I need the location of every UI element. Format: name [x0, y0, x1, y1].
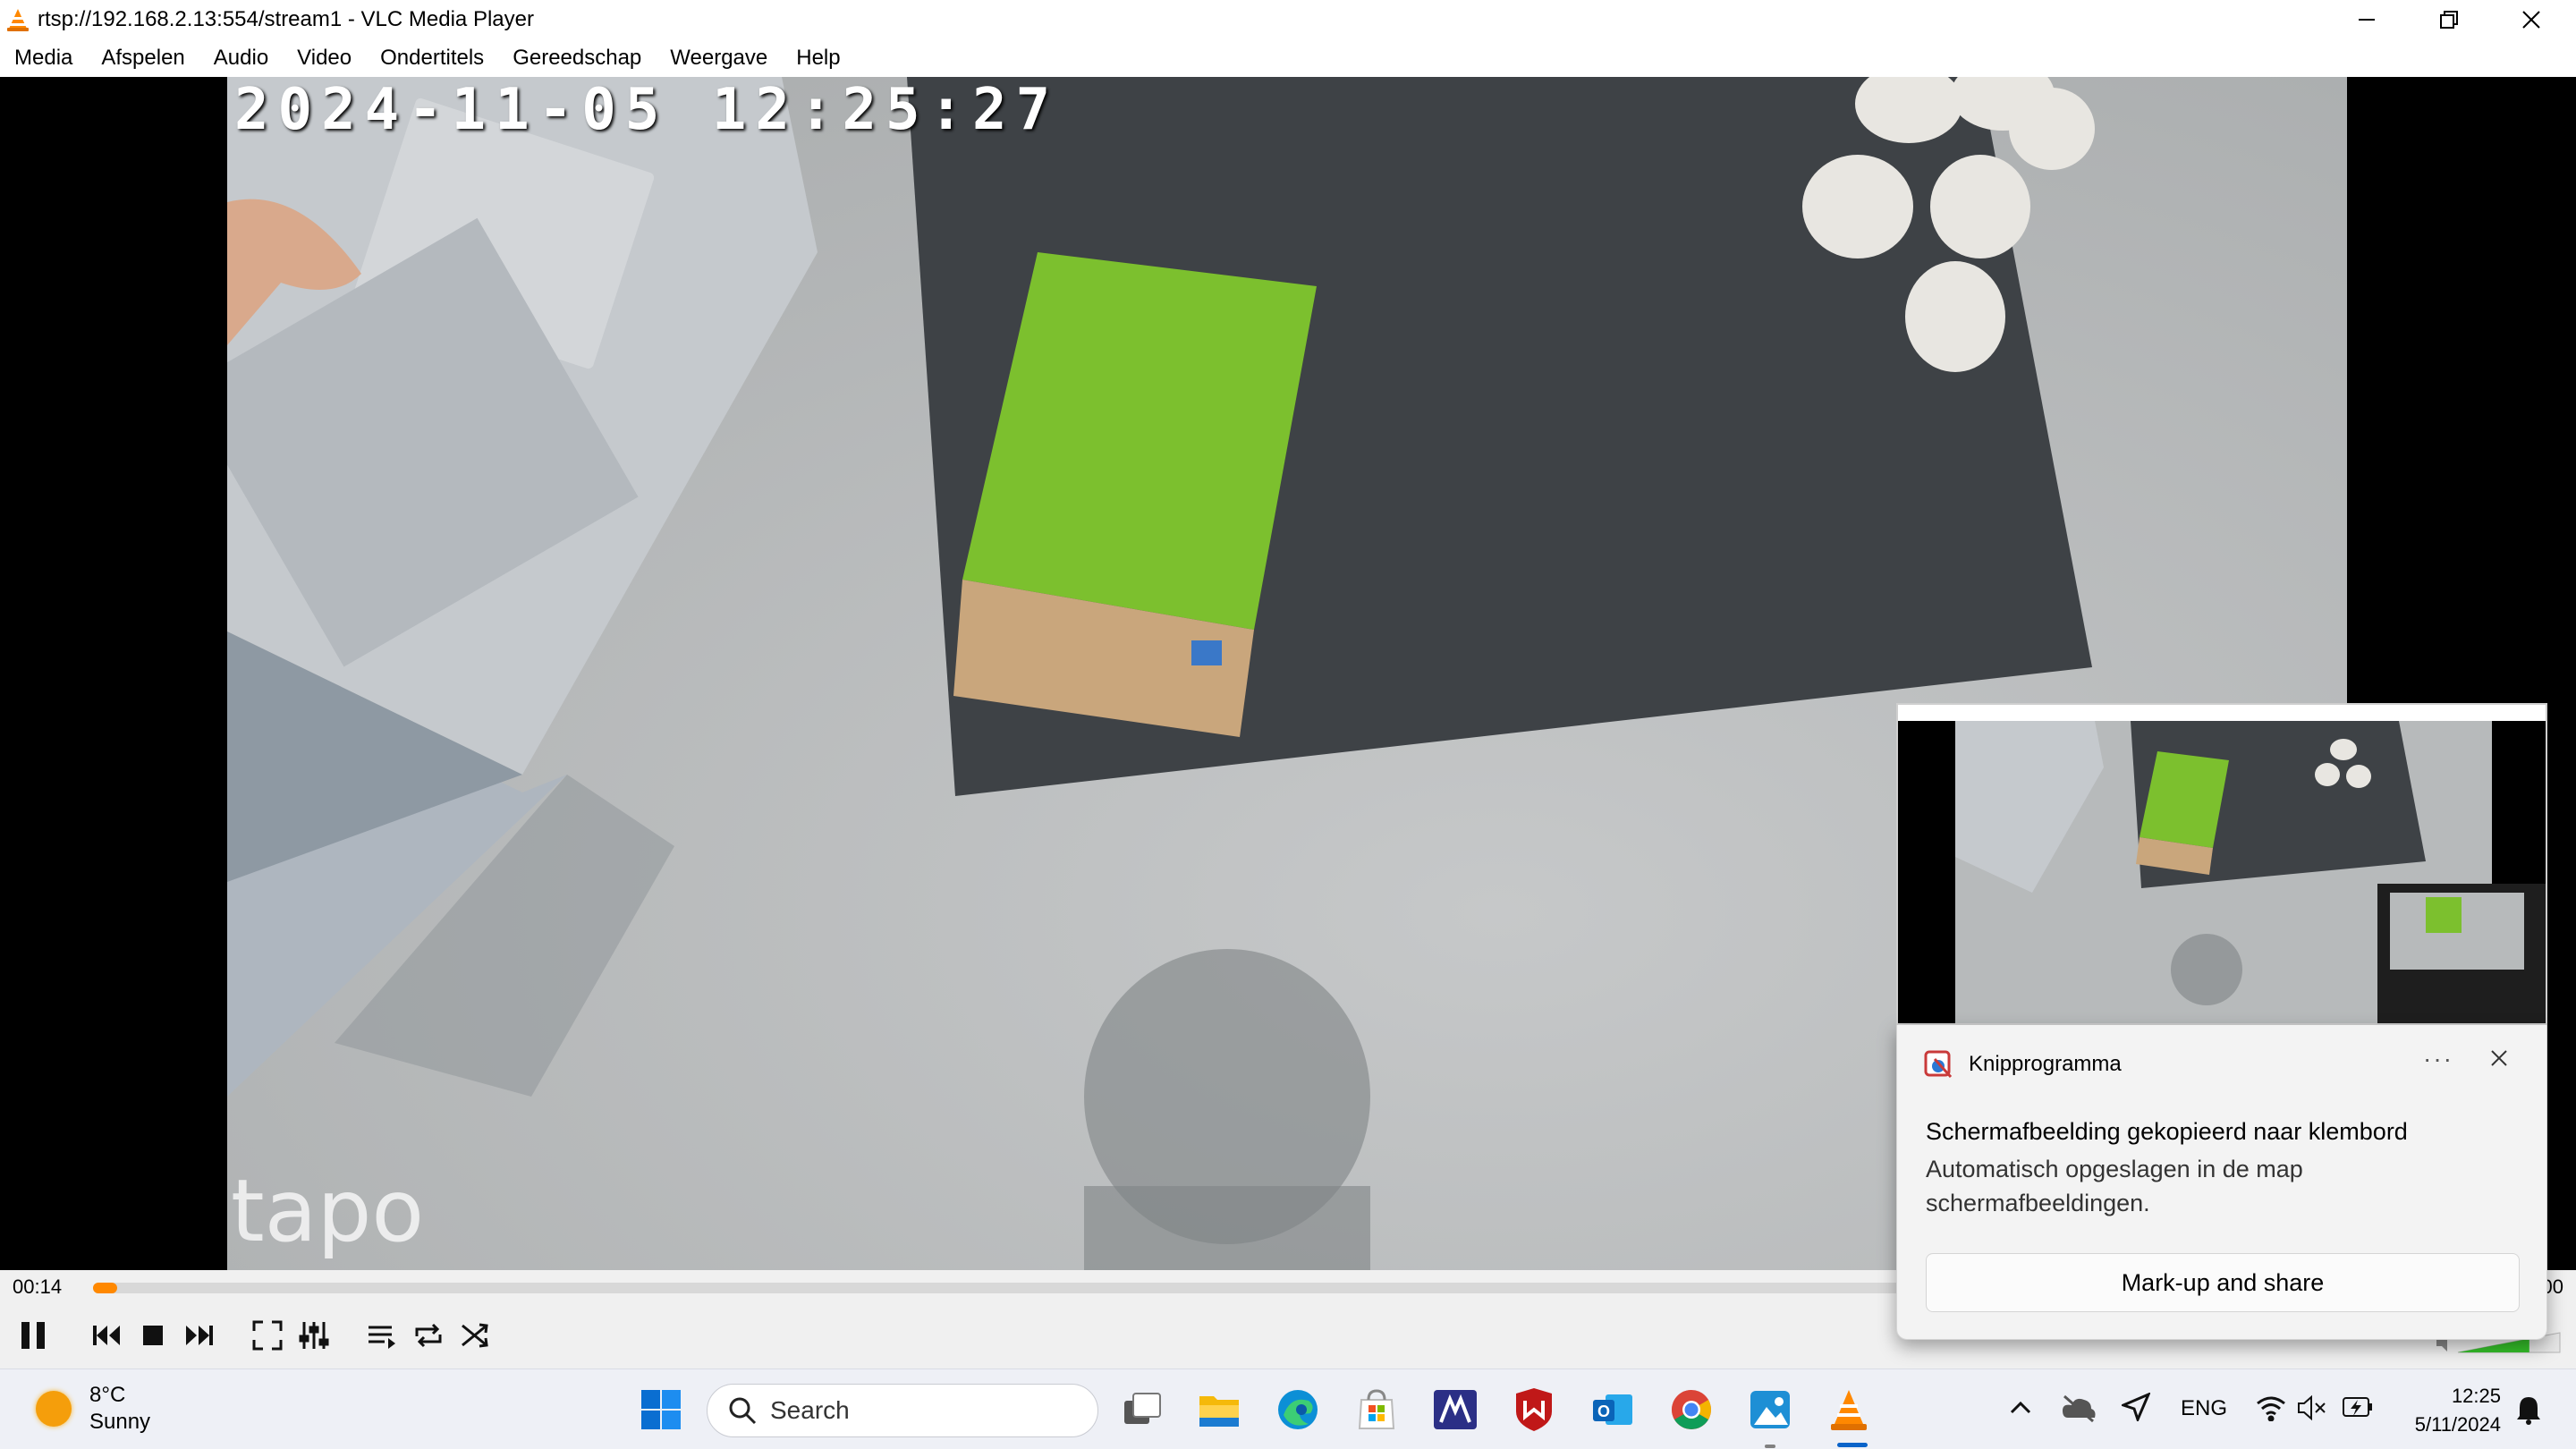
edge-icon — [1278, 1390, 1318, 1429]
search-icon — [729, 1397, 757, 1425]
battery-charging-icon[interactable] — [2342, 1393, 2374, 1423]
shuffle-icon — [462, 1323, 488, 1348]
next-button[interactable] — [179, 1315, 220, 1356]
minimize-button[interactable] — [2326, 0, 2408, 39]
weather-desc: Sunny — [89, 1410, 151, 1434]
mcafee-button[interactable] — [1510, 1385, 1558, 1434]
menu-media[interactable]: Media — [0, 46, 87, 71]
menu-audio[interactable]: Audio — [199, 46, 283, 71]
close-button[interactable] — [2490, 0, 2572, 39]
next-icon — [186, 1326, 213, 1345]
mcafee-icon — [1516, 1388, 1552, 1431]
restore-button[interactable] — [2408, 0, 2490, 39]
vlc-active-indicator — [1837, 1443, 1868, 1447]
playlist-button[interactable] — [361, 1315, 402, 1356]
microsoft-store-button[interactable] — [1352, 1385, 1401, 1434]
stop-icon — [143, 1326, 163, 1345]
menu-gereedschap[interactable]: Gereedschap — [498, 46, 656, 71]
seek-progress — [93, 1283, 117, 1293]
app-m-icon — [1434, 1390, 1477, 1429]
weather-temp: 8°C — [89, 1383, 126, 1407]
extended-settings-icon — [299, 1322, 329, 1349]
menu-weergave[interactable]: Weergave — [656, 46, 782, 71]
task-view-button[interactable] — [1118, 1385, 1166, 1434]
screenshot-thumbnail — [1898, 705, 2546, 1023]
restore-icon — [2440, 11, 2458, 29]
sunny-icon — [36, 1391, 72, 1427]
file-explorer-button[interactable] — [1195, 1385, 1243, 1434]
loop-button[interactable] — [408, 1315, 449, 1356]
video-timestamp: 2024-11-05 12:25:27 — [234, 77, 1060, 143]
vlc-logo-icon — [7, 9, 29, 31]
extended-settings-button[interactable] — [293, 1315, 335, 1356]
mark-up-share-button[interactable]: Mark-up and share — [1926, 1253, 2520, 1312]
title-bar: rtsp://192.168.2.13:554/stream1 - VLC Me… — [0, 0, 2576, 39]
video-watermark: tapo — [231, 1161, 425, 1261]
photos-icon — [1750, 1391, 1790, 1428]
photos-running-indicator — [1765, 1445, 1775, 1448]
toast-app-name: Knipprogramma — [1969, 1052, 2122, 1076]
taskbar: 8°C Sunny Search O ENG 12:25 5/11/2024 — [0, 1368, 2576, 1449]
microsoft-store-icon — [1358, 1389, 1395, 1429]
menu-afspelen[interactable]: Afspelen — [87, 46, 199, 71]
elapsed-time: 00:14 — [13, 1275, 63, 1298]
search-label: Search — [770, 1396, 850, 1424]
taskbar-search[interactable]: Search — [707, 1384, 1098, 1437]
outlook-button[interactable]: O — [1589, 1385, 1637, 1434]
toast-heading: Schermafbeelding gekopieerd naar klembor… — [1926, 1118, 2408, 1145]
snipping-tool-icon — [1924, 1050, 1953, 1079]
window-title: rtsp://192.168.2.13:554/stream1 - VLC Me… — [38, 7, 534, 31]
menu-help[interactable]: Help — [782, 46, 854, 71]
menu-ondertitels[interactable]: Ondertitels — [366, 46, 498, 71]
task-view-icon — [1124, 1393, 1161, 1424]
notification-bell-icon[interactable] — [2515, 1394, 2542, 1425]
menu-video[interactable]: Video — [283, 46, 366, 71]
close-icon — [2522, 11, 2540, 29]
file-explorer-icon — [1199, 1396, 1239, 1427]
chrome-button[interactable] — [1667, 1385, 1716, 1434]
minimize-icon — [2359, 19, 2375, 21]
chevron-up-icon[interactable] — [2009, 1396, 2032, 1419]
volume-muted-icon[interactable] — [2297, 1394, 2327, 1421]
clock-time: 12:25 — [2451, 1385, 2501, 1407]
previous-icon — [93, 1326, 120, 1345]
app-m-button[interactable] — [1431, 1385, 1479, 1434]
stop-button[interactable] — [132, 1315, 174, 1356]
start-icon — [641, 1390, 681, 1429]
menu-bar: Media Afspelen Audio Video Ondertitels G… — [0, 39, 2576, 77]
system-clock[interactable]: 12:25 5/11/2024 — [2397, 1382, 2501, 1439]
toast-close-icon[interactable] — [2487, 1046, 2511, 1070]
pause-icon — [21, 1322, 45, 1349]
photos-button[interactable] — [1746, 1385, 1794, 1434]
loop-icon — [415, 1323, 442, 1348]
clock-date: 5/11/2024 — [2414, 1413, 2501, 1436]
screenshot-preview[interactable] — [1896, 703, 2547, 1025]
start-button[interactable] — [637, 1385, 685, 1434]
outlook-icon: O — [1593, 1394, 1632, 1425]
vlc-icon — [1831, 1390, 1867, 1430]
chrome-icon — [1672, 1390, 1711, 1429]
toast-body: Automatisch opgeslagen in de map scherma… — [1926, 1156, 2303, 1216]
snipping-toast: Knipprogramma ··· Schermafbeelding gekop… — [1896, 1025, 2547, 1340]
vlc-taskbar-button[interactable] — [1825, 1385, 1873, 1434]
playlist-icon — [369, 1326, 395, 1349]
shuffle-button[interactable] — [454, 1315, 496, 1356]
weather-widget[interactable]: 8°C Sunny — [36, 1382, 150, 1436]
onedrive-icon[interactable] — [2061, 1393, 2097, 1423]
toast-more-button[interactable]: ··· — [2423, 1045, 2453, 1073]
pause-button[interactable] — [13, 1315, 54, 1356]
fullscreen-icon — [252, 1320, 283, 1351]
svg-text:O: O — [1597, 1402, 1610, 1420]
vlc-window: rtsp://192.168.2.13:554/stream1 - VLC Me… — [0, 0, 2576, 1449]
language-indicator[interactable]: ENG — [2181, 1396, 2227, 1421]
edge-button[interactable] — [1274, 1385, 1322, 1434]
fullscreen-button[interactable] — [247, 1315, 288, 1356]
wifi-icon[interactable] — [2256, 1394, 2286, 1421]
previous-button[interactable] — [86, 1315, 127, 1356]
location-icon[interactable] — [2122, 1393, 2150, 1421]
